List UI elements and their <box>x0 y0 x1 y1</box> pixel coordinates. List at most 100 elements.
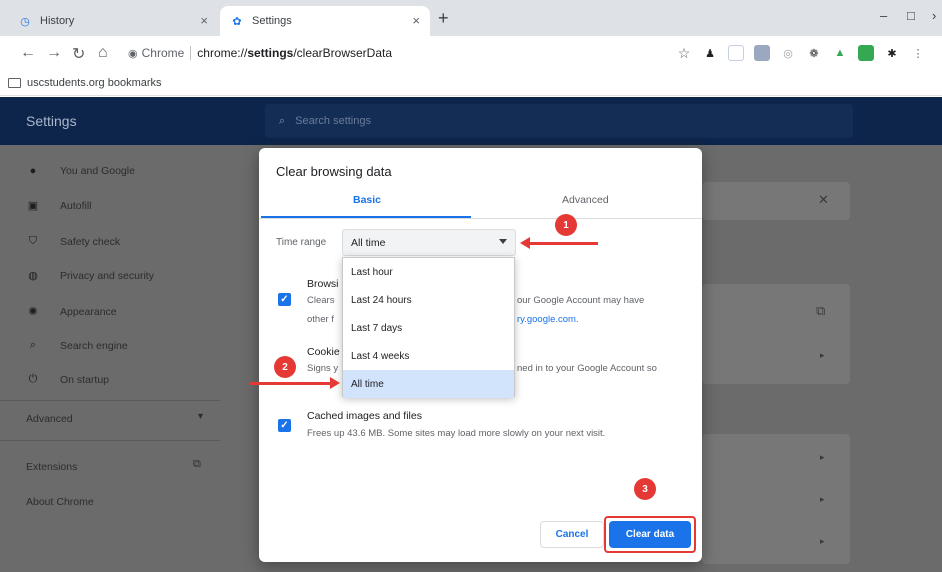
dropdown-option-last-4-weeks[interactable]: Last 4 weeks <box>343 342 514 370</box>
privacy-icon: ◍ <box>28 270 38 282</box>
background-card <box>702 284 850 384</box>
sidebar-item-search-engine[interactable]: ⌕ Search engine <box>26 339 128 352</box>
sidebar-item-label: Privacy and security <box>60 269 154 282</box>
bookmark-folder-label[interactable]: uscstudents.org bookmarks <box>27 77 162 89</box>
tab-settings[interactable]: ✿ Settings × <box>220 6 430 36</box>
settings-title: Settings <box>26 113 77 129</box>
sidebar-item-advanced[interactable]: Advanced <box>26 413 73 425</box>
maximize-button[interactable]: □ <box>907 8 915 23</box>
step-badge-2: 2 <box>274 356 296 378</box>
new-tab-button[interactable]: + <box>438 8 449 29</box>
sidebar-item-label: Extensions <box>26 461 78 473</box>
background-card <box>702 434 850 564</box>
power-icon: ⏻ <box>28 373 38 385</box>
cookies-desc-right: ned in to your Google Account so <box>517 363 657 374</box>
sidebar-item-appearance[interactable]: ✺ Appearance <box>26 305 117 319</box>
extension-4-icon[interactable]: ◎ <box>780 45 796 61</box>
sidebar-item-safety-check[interactable]: ⛉ Safety check <box>26 235 120 248</box>
chevron-right-icon: ▸ <box>820 452 825 462</box>
time-range-dropdown: Last hour Last 24 hours Last 7 days Last… <box>342 257 515 398</box>
sidebar-item-label: Autofill <box>60 199 92 212</box>
dropdown-option-all-time[interactable]: All time <box>343 370 514 398</box>
caret-down-icon <box>499 239 507 244</box>
settings-search-input[interactable]: ⌕ Search settings <box>265 104 853 138</box>
extension-5-icon[interactable]: ❁ <box>806 45 822 61</box>
sidebar-item-label: Safety check <box>60 235 121 248</box>
search-icon: ⌕ <box>279 114 286 127</box>
sidebar-item-label: Advanced <box>26 413 73 425</box>
tab-strip: ◷ History × ✿ Settings × + – □ › <box>0 0 942 36</box>
bookmarks-bar: uscstudents.org bookmarks <box>0 70 942 96</box>
dropdown-option-last-7-days[interactable]: Last 7 days <box>343 314 514 342</box>
extensions-puzzle-icon[interactable]: ✱ <box>884 45 900 61</box>
extension-1-icon[interactable]: ♟ <box>702 45 718 61</box>
sidebar-item-label: On startup <box>60 373 110 386</box>
browser-toolbar: ← → ↻ ⌂ ◉ Chrome chrome://settings/clear… <box>0 36 942 70</box>
home-icon[interactable]: ⌂ <box>98 44 108 62</box>
extension-7-icon[interactable] <box>858 45 874 61</box>
sidebar-item-label: Appearance <box>60 305 117 318</box>
cached-images-checkbox[interactable]: ✓ <box>278 419 291 432</box>
screenshot-root: ◷ History × ✿ Settings × + – □ › ← → ↻ ⌂… <box>0 0 942 572</box>
url-host: settings <box>247 46 294 60</box>
back-arrow-icon[interactable]: ← <box>20 44 36 62</box>
settings-sidebar: ● You and Google ▣ Autofill ⛉ Safety che… <box>0 145 220 572</box>
gear-icon: ✿ <box>232 15 242 28</box>
time-range-select[interactable]: All time <box>342 229 516 256</box>
palette-icon: ✺ <box>28 306 38 318</box>
cookies-title: Cookie <box>307 346 340 358</box>
sidebar-item-extensions[interactable]: Extensions <box>26 461 77 473</box>
checkmark-icon: ✓ <box>280 294 289 305</box>
dialog-title: Clear browsing data <box>276 164 392 179</box>
browsing-history-desc-left: Clears <box>307 295 335 306</box>
dropdown-option-last-24-hours[interactable]: Last 24 hours <box>343 286 514 314</box>
tab-settings-label: Settings <box>252 15 292 27</box>
forward-arrow-icon[interactable]: → <box>46 44 62 62</box>
history-icon: ◷ <box>20 15 30 28</box>
extension-2-icon[interactable] <box>728 45 744 61</box>
browsing-history-checkbox[interactable]: ✓ <box>278 293 291 306</box>
site-chip[interactable]: ◉ Chrome <box>128 46 192 60</box>
minimize-button[interactable]: – <box>880 8 887 23</box>
clear-data-button[interactable]: Clear data <box>609 521 691 548</box>
tab-divider <box>259 218 702 219</box>
reload-icon[interactable]: ↻ <box>72 44 85 64</box>
chevron-right-icon: ▸ <box>820 350 825 360</box>
tab-basic[interactable]: Basic <box>353 194 381 206</box>
annotation-arrow-2 <box>250 377 340 389</box>
address-bar[interactable]: ◉ Chrome chrome://settings/clearBrowserD… <box>128 41 694 65</box>
sidebar-item-autofill[interactable]: ▣ Autofill <box>26 199 92 213</box>
tab-history[interactable]: ◷ History × <box>8 6 218 36</box>
cookies-desc-left: Signs y <box>307 363 339 374</box>
sidebar-divider <box>0 400 220 401</box>
url-path: /clearBrowserData <box>293 46 393 60</box>
sidebar-item-label: Search engine <box>60 339 128 352</box>
cancel-button[interactable]: Cancel <box>540 521 604 548</box>
search-icon: ⌕ <box>29 339 37 351</box>
tab-advanced[interactable]: Advanced <box>562 194 609 206</box>
tab-settings-close-icon[interactable]: × <box>412 13 420 28</box>
my-activity-link[interactable]: ry.google.com. <box>517 314 579 325</box>
sidebar-item-about-chrome[interactable]: About Chrome <box>26 496 94 508</box>
extension-6-icon[interactable]: ▲ <box>832 45 848 61</box>
settings-header: Settings ⌕ Search settings <box>0 97 942 145</box>
extension-3-icon[interactable] <box>754 45 770 61</box>
tab-history-close-icon[interactable]: × <box>200 13 208 28</box>
cached-images-title: Cached images and files <box>307 410 422 422</box>
sidebar-item-label: About Chrome <box>26 496 94 508</box>
sidebar-item-you-and-google[interactable]: ● You and Google <box>26 165 135 177</box>
tab-history-label: History <box>40 15 75 27</box>
open-in-new-icon: ⧉ <box>816 303 826 318</box>
sidebar-item-label: You and Google <box>60 165 135 177</box>
sidebar-item-on-startup[interactable]: ⏻ On startup <box>26 373 109 386</box>
browsing-history-desc2-left: other f <box>307 314 334 325</box>
close-window-button[interactable]: › <box>932 8 936 23</box>
dropdown-option-last-hour[interactable]: Last hour <box>343 258 514 286</box>
menu-kebab-icon[interactable]: ⋮ <box>910 45 926 61</box>
step-badge-1: 1 <box>555 214 577 236</box>
sidebar-divider <box>0 440 220 441</box>
chevron-down-icon: ▾ <box>198 411 204 422</box>
bookmark-star-icon[interactable]: ☆ <box>676 45 692 61</box>
url-text: chrome://settings/clearBrowserData <box>197 46 392 60</box>
sidebar-item-privacy[interactable]: ◍ Privacy and security <box>26 269 154 283</box>
